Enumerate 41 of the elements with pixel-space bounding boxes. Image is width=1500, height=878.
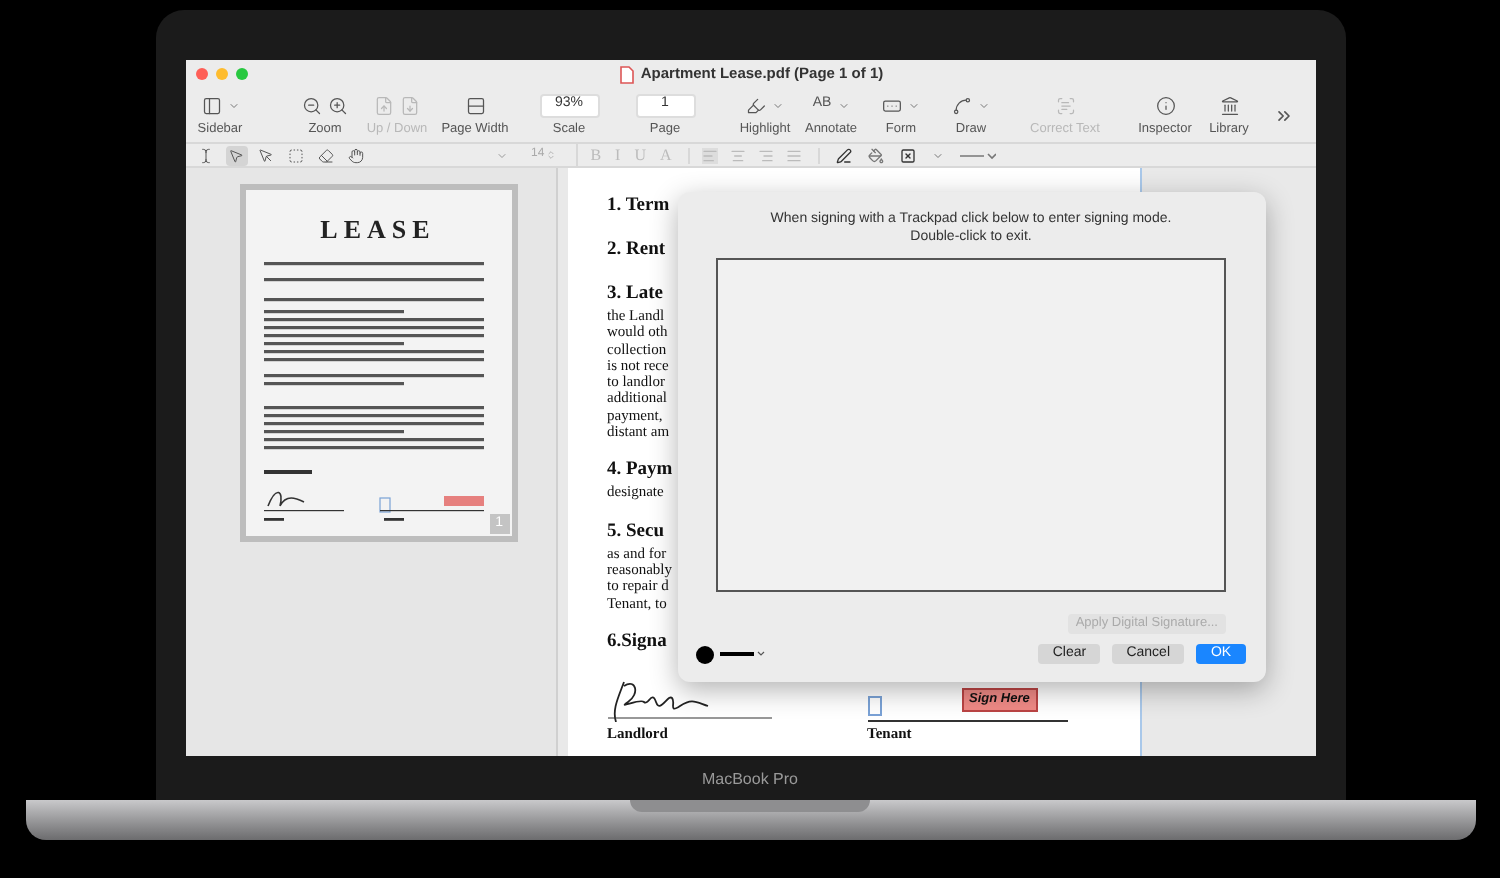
border-icon[interactable] [899,147,916,163]
section-heading: 6.Signa [607,629,667,656]
tool-button[interactable] [345,145,367,165]
close-button[interactable] [195,68,207,80]
zoom-button[interactable] [235,68,247,80]
section-heading: 4. Paym [607,458,673,485]
more-icon[interactable] [1273,105,1293,125]
align-center-icon[interactable] [729,147,746,163]
chevron-icon[interactable] [908,99,920,112]
line-width-icon[interactable] [718,648,766,660]
chevron-icon[interactable] [772,99,784,112]
toolbar-icon[interactable] [201,95,221,116]
section-heading: 5. Secu [607,519,664,546]
section-heading: 2. Rent [607,238,666,264]
chevron-icon[interactable] [978,99,990,112]
toolbar-icon[interactable] [302,95,322,116]
signature-field[interactable] [867,695,881,716]
line-style-icon[interactable] [959,149,996,161]
section-heading: 1. Term [607,194,670,220]
laptop-label: MacBook Pro [701,768,799,792]
thumbnail-title: LEASE [320,212,436,248]
align-right-icon[interactable] [757,147,774,163]
toolbar-icon[interactable] [952,95,972,116]
tool-button[interactable] [225,145,247,165]
chevron-icon[interactable] [931,149,944,161]
tool-button[interactable] [315,145,337,165]
toolbar-icon[interactable] [746,95,766,116]
toolbar-icon[interactable] [882,95,902,116]
align-justify-icon[interactable] [785,147,802,163]
toolbar-icon[interactable] [328,95,348,116]
fill-color-icon[interactable] [867,147,884,163]
section-heading: 3. Late [607,282,663,308]
pdf-file-icon [620,65,635,83]
chevron-icon[interactable] [227,99,239,112]
align-left-icon[interactable] [701,147,718,163]
toolbar-icon[interactable] [1219,95,1239,116]
chevron-icon[interactable] [837,99,850,112]
tool-button[interactable] [255,145,277,165]
toolbar-icon[interactable] [465,95,485,116]
toolbar-icon[interactable] [1155,95,1175,116]
pen-color-icon[interactable] [835,147,852,163]
